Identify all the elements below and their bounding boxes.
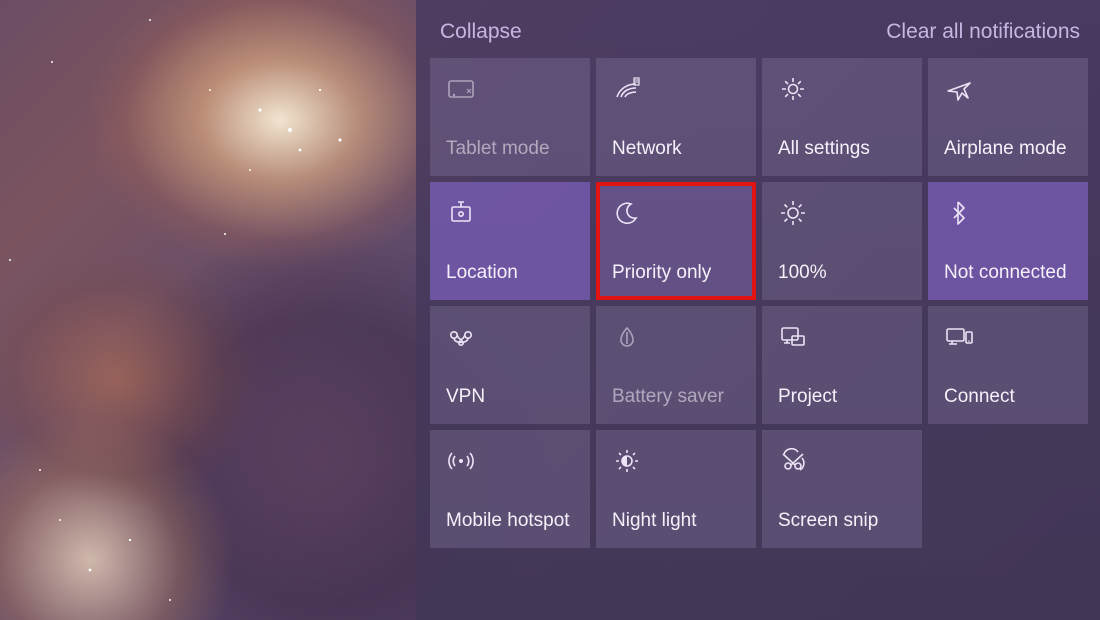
tile-night-light[interactable]: Night light — [596, 430, 756, 548]
tile-label: Night light — [612, 510, 740, 532]
action-center-panel: Collapse Clear all notifications Tablet … — [416, 0, 1100, 620]
tile-label: Priority only — [612, 262, 740, 284]
tile-label: Mobile hotspot — [446, 510, 574, 532]
tile-mobile-hotspot[interactable]: Mobile hotspot — [430, 430, 590, 548]
screen-snip-icon — [778, 444, 906, 478]
tile-battery-saver[interactable]: Battery saver — [596, 306, 756, 424]
tile-tablet-mode[interactable]: Tablet mode — [430, 58, 590, 176]
network-icon — [612, 72, 740, 106]
tablet-mode-icon — [446, 72, 574, 106]
project-icon — [778, 320, 906, 354]
tile-airplane-mode[interactable]: Airplane mode — [928, 58, 1088, 176]
tile-label: Network — [612, 138, 740, 160]
bluetooth-icon — [944, 196, 1072, 230]
tile-label: Not connected — [944, 262, 1072, 284]
brightness-icon — [778, 196, 906, 230]
tile-project[interactable]: Project — [762, 306, 922, 424]
tile-label: Battery saver — [612, 386, 740, 408]
collapse-link[interactable]: Collapse — [440, 20, 522, 44]
tile-label: Project — [778, 386, 906, 408]
moon-icon — [612, 196, 740, 230]
tile-label: All settings — [778, 138, 906, 160]
tile-label: 100% — [778, 262, 906, 284]
tile-location[interactable]: Location — [430, 182, 590, 300]
vpn-icon — [446, 320, 574, 354]
tile-label: Screen snip — [778, 510, 906, 532]
clear-notifications-link[interactable]: Clear all notifications — [886, 20, 1080, 44]
tile-brightness[interactable]: 100% — [762, 182, 922, 300]
location-icon — [446, 196, 574, 230]
connect-icon — [944, 320, 1072, 354]
panel-header: Collapse Clear all notifications — [416, 0, 1100, 58]
tile-label: Location — [446, 262, 574, 284]
quick-action-grid: Tablet mode Network All settings Airplane m… — [416, 58, 1100, 560]
hotspot-icon — [446, 444, 574, 478]
tile-bluetooth[interactable]: Not connected — [928, 182, 1088, 300]
tile-label: Tablet mode — [446, 138, 574, 160]
battery-saver-icon — [612, 320, 740, 354]
tile-priority-only[interactable]: Priority only — [596, 182, 756, 300]
tile-vpn[interactable]: VPN — [430, 306, 590, 424]
tile-all-settings[interactable]: All settings — [762, 58, 922, 176]
tile-label: Connect — [944, 386, 1072, 408]
tile-screen-snip[interactable]: Screen snip — [762, 430, 922, 548]
desktop-wallpaper: Collapse Clear all notifications Tablet … — [0, 0, 1100, 620]
tile-label: Airplane mode — [944, 138, 1072, 160]
tile-label: VPN — [446, 386, 574, 408]
gear-icon — [778, 72, 906, 106]
tile-network[interactable]: Network — [596, 58, 756, 176]
airplane-icon — [944, 72, 1072, 106]
tile-connect[interactable]: Connect — [928, 306, 1088, 424]
night-light-icon — [612, 444, 740, 478]
